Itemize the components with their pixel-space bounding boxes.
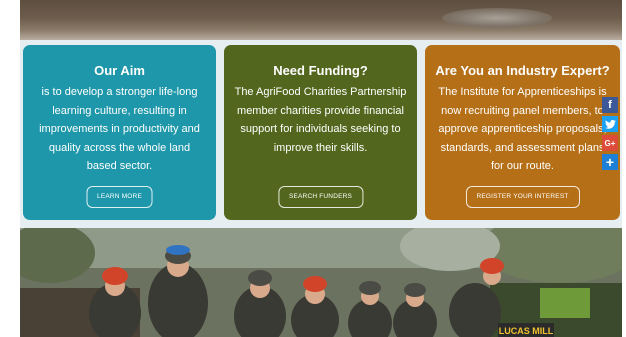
card-our-aim: Our Aim is to develop a stronger life-lo…: [23, 45, 216, 220]
lucas-mill-sign: LUCAS MILL: [499, 326, 554, 336]
facebook-icon[interactable]: f: [602, 97, 618, 113]
search-funders-button[interactable]: SEARCH FUNDERS: [277, 186, 364, 208]
twitter-icon[interactable]: [602, 116, 618, 132]
header-banner-photo: [20, 0, 622, 40]
card-need-funding: Need Funding? The AgriFood Charities Par…: [224, 45, 417, 220]
share-plus-icon[interactable]: +: [602, 154, 618, 170]
card-title: Need Funding?: [273, 63, 368, 78]
card-industry-expert: Are You an Industry Expert? The Institut…: [425, 45, 620, 220]
card-body: is to develop a stronger life-long learn…: [39, 86, 200, 172]
card-body: The Institute for Apprenticeships is now…: [438, 86, 607, 172]
card-title: Our Aim: [94, 63, 145, 78]
social-share-bar: f G+ +: [602, 97, 619, 173]
learn-more-button[interactable]: LEARN MORE: [86, 186, 153, 208]
google-plus-icon[interactable]: G+: [602, 135, 618, 151]
photo-illustration: LUCAS MILL: [20, 228, 622, 337]
card-title: Are You an Industry Expert?: [435, 63, 610, 78]
register-interest-button[interactable]: REGISTER YOUR INTEREST: [465, 186, 580, 208]
card-body: The AgriFood Charities Partnership membe…: [234, 86, 407, 154]
workers-group-photo: LUCAS MILL: [20, 228, 622, 337]
